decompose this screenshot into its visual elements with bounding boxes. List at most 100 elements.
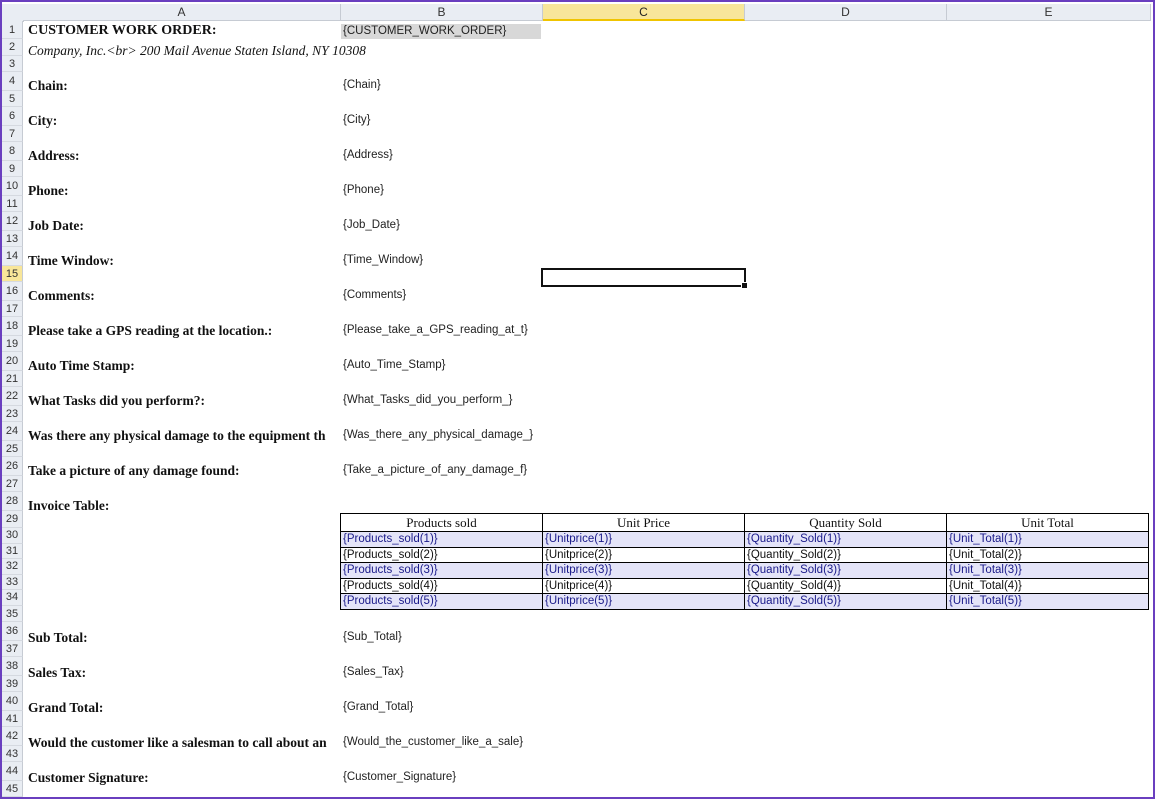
- row-header-43[interactable]: 43: [2, 745, 23, 762]
- column-header-b[interactable]: B: [341, 4, 543, 21]
- row-header-32[interactable]: 32: [2, 559, 23, 575]
- field-value-customer-signature[interactable]: {Customer_Signature}: [343, 771, 539, 783]
- invoice-header-products-sold[interactable]: Products sold: [340, 513, 543, 532]
- table-cell[interactable]: {Quantity_Sold(4)}: [744, 578, 947, 594]
- row-header-12[interactable]: 12: [2, 212, 23, 231]
- row-header-15[interactable]: 15: [2, 266, 23, 282]
- row-header-16[interactable]: 16: [2, 282, 23, 301]
- field-label-auto-time-stamp[interactable]: Auto Time Stamp:: [28, 358, 135, 374]
- field-value-picture[interactable]: {Take_a_picture_of_any_damage_f}: [343, 464, 539, 476]
- row-header-38[interactable]: 38: [2, 656, 23, 676]
- column-header-e[interactable]: E: [947, 4, 1151, 21]
- row-header-7[interactable]: 7: [2, 126, 23, 142]
- table-cell[interactable]: {Products_sold(2)}: [340, 547, 543, 563]
- row-header-26[interactable]: 26: [2, 457, 23, 476]
- row-header-40[interactable]: 40: [2, 691, 23, 711]
- table-cell[interactable]: {Unit_Total(2)}: [946, 547, 1149, 563]
- row-header-13[interactable]: 13: [2, 231, 23, 247]
- field-value-gps[interactable]: {Please_take_a_GPS_reading_at_t}: [343, 324, 539, 336]
- title-placeholder-cell[interactable]: {CUSTOMER_WORK_ORDER}: [341, 24, 541, 39]
- row-header-23[interactable]: 23: [2, 406, 23, 422]
- field-value-sub-total[interactable]: {Sub_Total}: [343, 631, 539, 643]
- row-header-22[interactable]: 22: [2, 387, 23, 406]
- table-cell[interactable]: {Quantity_Sold(2)}: [744, 547, 947, 563]
- row-header-33[interactable]: 33: [2, 574, 23, 590]
- field-value-auto-time-stamp[interactable]: {Auto_Time_Stamp}: [343, 359, 539, 371]
- table-cell[interactable]: {Unit_Total(1)}: [946, 531, 1149, 548]
- row-header-6[interactable]: 6: [2, 107, 23, 126]
- table-cell[interactable]: {Unitprice(4)}: [542, 578, 745, 594]
- row-header-8[interactable]: 8: [2, 142, 23, 161]
- field-value-salesman-call[interactable]: {Would_the_customer_like_a_sale}: [343, 736, 539, 748]
- field-label-sub-total[interactable]: Sub Total:: [28, 630, 88, 646]
- invoice-header-unit-price[interactable]: Unit Price: [542, 513, 745, 532]
- field-value-phone[interactable]: {Phone}: [343, 184, 539, 196]
- field-label-comments[interactable]: Comments:: [28, 288, 95, 304]
- field-label-picture[interactable]: Take a picture of any damage found:: [28, 463, 240, 479]
- row-header-28[interactable]: 28: [2, 492, 23, 511]
- column-header-a[interactable]: A: [23, 4, 341, 21]
- table-cell[interactable]: {Quantity_Sold(5)}: [744, 593, 947, 610]
- row-header-10[interactable]: 10: [2, 177, 23, 196]
- table-cell[interactable]: {Unit_Total(3)}: [946, 562, 1149, 579]
- row-header-34[interactable]: 34: [2, 590, 23, 606]
- table-cell[interactable]: {Products_sold(5)}: [340, 593, 543, 610]
- row-header-18[interactable]: 18: [2, 317, 23, 336]
- row-header-24[interactable]: 24: [2, 422, 23, 441]
- row-header-37[interactable]: 37: [2, 640, 23, 657]
- column-header-d[interactable]: D: [745, 4, 947, 21]
- table-cell[interactable]: {Unit_Total(5)}: [946, 593, 1149, 610]
- table-cell[interactable]: {Unit_Total(4)}: [946, 578, 1149, 594]
- table-cell[interactable]: {Unitprice(2)}: [542, 547, 745, 563]
- row-header-39[interactable]: 39: [2, 675, 23, 692]
- row-header-21[interactable]: 21: [2, 371, 23, 387]
- field-label-damage[interactable]: Was there any physical damage to the equ…: [28, 428, 340, 444]
- field-label-time-window[interactable]: Time Window:: [28, 253, 114, 269]
- field-value-chain[interactable]: {Chain}: [343, 79, 539, 91]
- field-value-comments[interactable]: {Comments}: [343, 289, 539, 301]
- row-header-45[interactable]: 45: [2, 780, 23, 797]
- row-header-19[interactable]: 19: [2, 336, 23, 352]
- table-cell[interactable]: {Products_sold(3)}: [340, 562, 543, 579]
- field-value-grand-total[interactable]: {Grand_Total}: [343, 701, 539, 713]
- field-label-grand-total[interactable]: Grand Total:: [28, 700, 103, 716]
- row-header-9[interactable]: 9: [2, 161, 23, 177]
- row-header-35[interactable]: 35: [2, 605, 23, 622]
- table-cell[interactable]: {Unitprice(1)}: [542, 531, 745, 548]
- row-header-1[interactable]: 1: [2, 21, 23, 39]
- row-header-30[interactable]: 30: [2, 528, 23, 544]
- row-header-36[interactable]: 36: [2, 621, 23, 641]
- active-cell-c15[interactable]: [541, 268, 748, 289]
- field-label-sales-tax[interactable]: Sales Tax:: [28, 665, 86, 681]
- field-label-customer-signature[interactable]: Customer Signature:: [28, 770, 149, 786]
- field-label-tasks[interactable]: What Tasks did you perform?:: [28, 393, 205, 409]
- field-label-address[interactable]: Address:: [28, 148, 80, 164]
- row-header-25[interactable]: 25: [2, 441, 23, 457]
- field-label-invoice-table[interactable]: Invoice Table:: [28, 498, 109, 514]
- field-value-damage[interactable]: {Was_there_any_physical_damage_}: [343, 429, 539, 441]
- row-header-20[interactable]: 20: [2, 352, 23, 371]
- invoice-header-unit-total[interactable]: Unit Total: [946, 513, 1149, 532]
- row-header-17[interactable]: 17: [2, 301, 23, 317]
- row-header-4[interactable]: 4: [2, 72, 23, 91]
- row-header-3[interactable]: 3: [2, 56, 23, 72]
- field-label-chain[interactable]: Chain:: [28, 78, 68, 94]
- field-value-job-date[interactable]: {Job_Date}: [343, 219, 539, 231]
- invoice-header-quantity-sold[interactable]: Quantity Sold: [744, 513, 947, 532]
- fill-handle[interactable]: [741, 282, 748, 289]
- row-header-29[interactable]: 29: [2, 511, 23, 528]
- field-value-city[interactable]: {City}: [343, 114, 539, 126]
- company-address[interactable]: Company, Inc.<br> 200 Mail Avenue Staten…: [28, 43, 366, 59]
- table-cell[interactable]: {Products_sold(1)}: [340, 531, 543, 548]
- table-cell[interactable]: {Quantity_Sold(3)}: [744, 562, 947, 579]
- table-cell[interactable]: {Unitprice(3)}: [542, 562, 745, 579]
- row-header-44[interactable]: 44: [2, 761, 23, 781]
- table-cell[interactable]: {Products_sold(4)}: [340, 578, 543, 594]
- row-header-11[interactable]: 11: [2, 196, 23, 212]
- field-value-address[interactable]: {Address}: [343, 149, 539, 161]
- field-label-salesman-call[interactable]: Would the customer like a salesman to ca…: [28, 735, 340, 751]
- field-value-tasks[interactable]: {What_Tasks_did_you_perform_}: [343, 394, 539, 406]
- row-header-2[interactable]: 2: [2, 39, 23, 56]
- column-header-c[interactable]: C: [543, 4, 745, 21]
- field-label-phone[interactable]: Phone:: [28, 183, 69, 199]
